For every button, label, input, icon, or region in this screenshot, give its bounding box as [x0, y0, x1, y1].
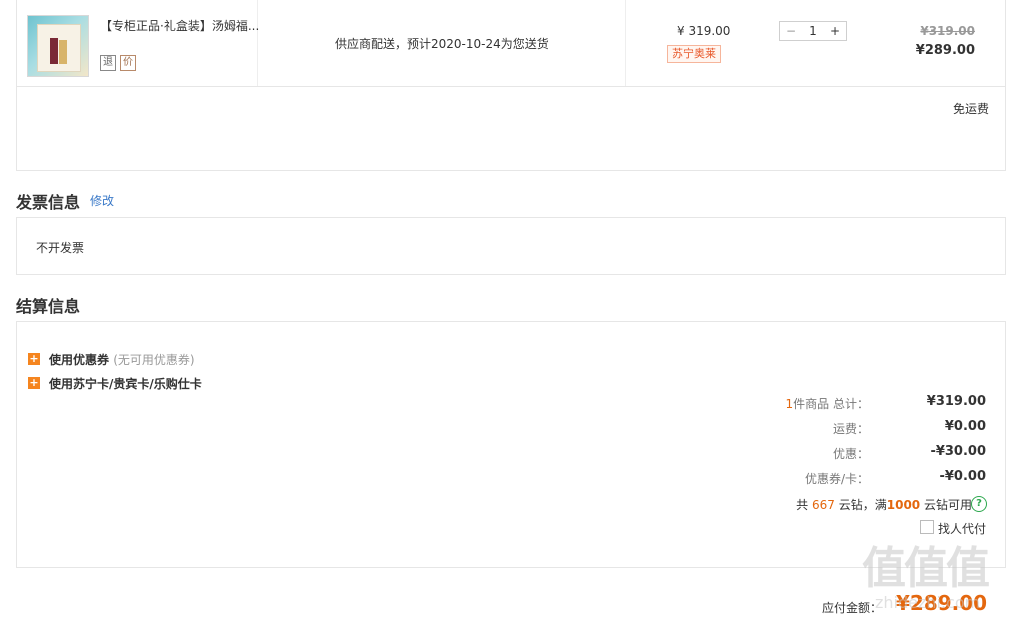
watermark-logo: 值值值: [862, 543, 990, 594]
col-divider-2: [625, 0, 626, 86]
col-divider-1: [257, 0, 258, 86]
lipstick-tube: [59, 40, 67, 64]
items-label: 件商品 总计：: [793, 397, 869, 411]
coupon-option-sub: (无可用优惠券): [113, 353, 195, 367]
coupon-option[interactable]: 使用优惠券 (无可用优惠券): [49, 351, 195, 368]
payable-label: 应付金额：: [822, 601, 883, 615]
return-service-icon: 退: [100, 55, 116, 71]
coupon-value: -¥0.00: [939, 469, 986, 484]
settlement-panel: + 使用优惠券 (无可用优惠券) + 使用苏宁卡/贵宾卡/乐购仕卡 1件商品 总…: [16, 321, 1006, 568]
diamond-mid: 云钻，满: [838, 498, 887, 512]
watermark-domain: zhidezhi.com: [875, 593, 981, 612]
quantity-input[interactable]: 1: [802, 22, 824, 40]
settlement-section-title: 结算信息: [16, 297, 81, 316]
quantity-stepper[interactable]: − 1 +: [779, 21, 847, 41]
coupon-expand-icon[interactable]: +: [28, 353, 40, 365]
invoice-section-title: 发票信息: [16, 193, 81, 212]
invoice-panel: 不开发票: [16, 217, 1006, 275]
shipping-value: ¥0.00: [944, 419, 986, 434]
items-total-value: ¥319.00: [926, 394, 986, 409]
product-title[interactable]: 【专柜正品·礼盒装】汤姆福...: [100, 17, 260, 34]
diamond-count: 667: [812, 498, 835, 512]
invoice-value: 不开发票: [36, 241, 85, 255]
quantity-plus-button[interactable]: +: [824, 22, 846, 40]
diamond-info: 共 667 云钻，满1000 云钻可用: [717, 496, 972, 513]
coupon-option-label: 使用优惠券: [49, 353, 110, 367]
items-total-label: 1件商品 总计：: [757, 395, 869, 412]
diamond-prefix: 共: [796, 498, 809, 512]
product-panel: 【专柜正品·礼盒装】汤姆福... 退 价 供应商配送，预计2020-10-24为…: [16, 0, 1006, 171]
lipstick-body: [50, 38, 58, 64]
card-expand-icon[interactable]: +: [28, 377, 40, 389]
coupon-label: 优惠券/卡：: [804, 472, 869, 486]
price-protect-icon: 价: [120, 55, 136, 71]
discount-label: 优惠：: [832, 447, 869, 461]
diamond-threshold: 1000: [886, 498, 921, 512]
card-option[interactable]: 使用苏宁卡/贵宾卡/乐购仕卡: [49, 375, 202, 392]
diamond-suffix: 云钻可用: [923, 498, 972, 512]
unit-price: ¥ 319.00: [677, 24, 731, 38]
original-price: ¥319.00: [920, 24, 975, 38]
outlet-badge: 苏宁奥莱: [667, 45, 721, 63]
invoice-edit-link[interactable]: 修改: [90, 192, 114, 209]
product-image[interactable]: [27, 15, 89, 77]
quantity-minus-button[interactable]: −: [780, 22, 802, 40]
product-row-divider: [17, 86, 1005, 87]
shipping-label: 运费：: [832, 422, 869, 436]
discount-value: -¥30.00: [930, 444, 986, 459]
help-icon[interactable]: ?: [971, 496, 987, 512]
final-price: ¥289.00: [915, 43, 975, 58]
shipping-note: 免运费: [952, 102, 989, 116]
delivery-info: 供应商配送，预计2020-10-24为您送货: [335, 37, 549, 51]
